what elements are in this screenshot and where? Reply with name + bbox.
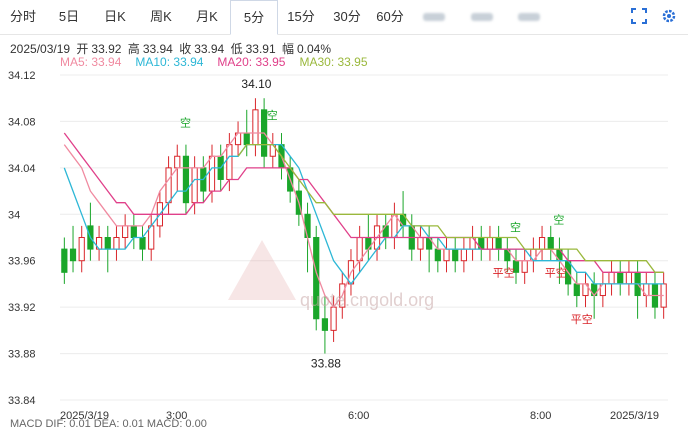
candle-body-55 (538, 237, 546, 250)
candle-body-44 (443, 248, 450, 262)
candle-body-21 (243, 132, 250, 146)
candle-body-22 (252, 109, 259, 146)
candle-body-43 (434, 248, 441, 262)
candle-body-45 (452, 248, 459, 262)
candle-body-49 (486, 237, 494, 250)
y-tick-label-1: 34.08 (8, 116, 36, 128)
candle-body-63 (608, 271, 615, 285)
candle-body-15 (191, 167, 198, 204)
x-tick-label-4: 2025/3/19 (610, 410, 659, 422)
candle-body-1 (69, 248, 77, 262)
candle-body-8 (130, 225, 137, 238)
candle-body-13 (174, 155, 181, 169)
x-tick-label-3: 8:00 (530, 410, 551, 422)
ma-line-ma5 (63, 132, 664, 309)
candle-body-9 (139, 237, 146, 250)
candle-body-19 (226, 144, 233, 180)
y-tick-label-3: 34 (8, 209, 20, 221)
candle-body-59 (573, 283, 580, 297)
candle-body-17 (208, 155, 216, 192)
ma-line-ma20 (63, 132, 664, 273)
indicator-strip: MACD DIF: 0.01 DEA: 0.01 MACD: 0.00 (10, 418, 207, 430)
x-tick-label-2: 6:00 (348, 410, 369, 422)
candle-body-2 (78, 237, 85, 262)
candle-body-14 (182, 155, 190, 204)
signal-cover-4: 平空 (493, 266, 515, 280)
signal-cover-5: 平空 (545, 266, 567, 280)
candle-body-53 (521, 260, 528, 273)
watermark-logo (228, 240, 296, 300)
candle-body-64 (617, 271, 624, 285)
candle-body-0 (61, 248, 68, 273)
watermark-text: quote.cngold.org (300, 290, 435, 310)
candlestick-chart[interactable]: 34.12 34.08 34.04 34 33.96 33.92 33.88 33.84 202… (0, 0, 688, 425)
candle-body-46 (460, 248, 467, 262)
candle-body-41 (417, 237, 424, 250)
candle-body-30 (321, 318, 329, 331)
y-tick-label-0: 34.12 (8, 70, 36, 82)
min-price-label: 33.88 (311, 357, 341, 371)
y-tick-label-4: 33.96 (8, 256, 36, 268)
candle-body-5 (104, 237, 111, 250)
signal-sell-0: 空 (180, 116, 191, 130)
candle-body-50 (495, 237, 502, 250)
candle-body-65 (625, 271, 633, 285)
y-tick-label-7: 33.84 (8, 395, 36, 407)
signal-cover-6: 平空 (571, 312, 593, 326)
candle-body-6 (113, 237, 120, 250)
y-tick-label-6: 33.88 (8, 349, 36, 361)
y-tick-label-2: 34.04 (8, 163, 36, 175)
candle-body-28 (304, 213, 311, 239)
signal-sell-1: 空 (267, 108, 278, 122)
candle-body-12 (165, 167, 172, 204)
signal-sell-3: 空 (553, 213, 564, 227)
candle-body-7 (122, 225, 129, 238)
max-price-label: 34.10 (241, 77, 271, 91)
y-tick-label-5: 33.92 (8, 302, 36, 314)
signal-sell-2: 空 (510, 220, 521, 234)
candle-body-56 (547, 237, 554, 250)
